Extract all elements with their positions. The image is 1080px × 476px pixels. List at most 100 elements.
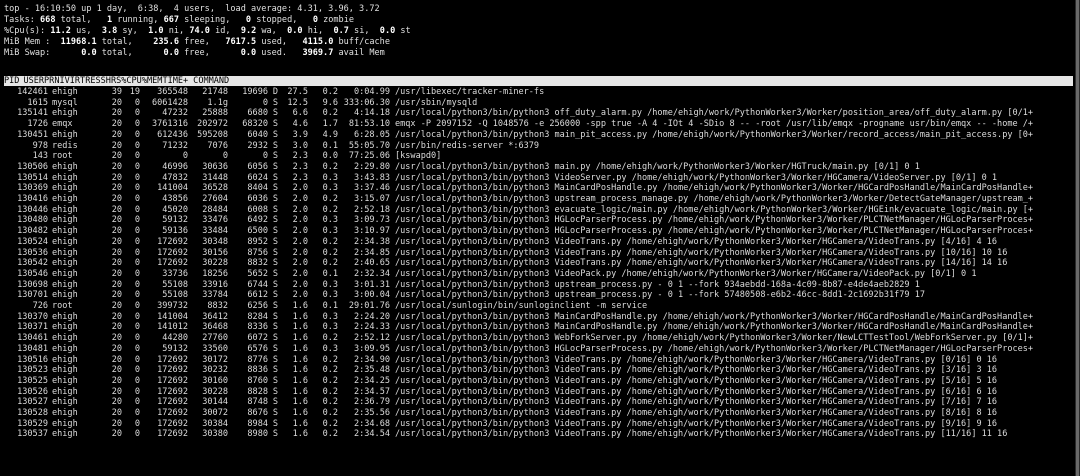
cell-command: /usr/local/python3/bin/python3 VideoTran…	[395, 354, 998, 365]
terminal-scrollbar[interactable]	[1075, 0, 1080, 476]
cell-cpu: 2.0	[292, 247, 308, 258]
cell-state: S	[272, 301, 278, 311]
cell-shr: 6680	[247, 108, 268, 119]
cell-command: /usr/local/python3/bin/python3 HGLocPars…	[395, 226, 1034, 237]
cell-cpu: 2.0	[292, 268, 308, 279]
cell-cpu: 1.6	[292, 354, 308, 365]
tasks-stopped-label: stopped,	[251, 15, 298, 25]
swap-total-label: total,	[96, 48, 133, 58]
tasks-zombie-label: zombie	[317, 15, 354, 25]
cell-mem: 0.3	[322, 172, 338, 183]
col-res: RES	[85, 76, 101, 86]
cell-state: S	[272, 194, 278, 204]
cell-res: 30228	[202, 258, 228, 269]
cell-ni: 0	[134, 183, 140, 194]
cell-user: ehigh	[52, 429, 78, 440]
cell-ni: 0	[134, 290, 140, 301]
cell-cpu: 12.5	[287, 97, 308, 108]
table-row: 1726 emqx 20 0 3761316 202972 68320 S 4.6 1.7 81:5…	[4, 119, 1033, 130]
cell-shr: 8836	[247, 365, 268, 376]
table-row: 130546 ehigh 20 0 33736 18256 5652 S 2.0 0.1 2:32.…	[4, 269, 976, 280]
cell-ni: 0	[134, 333, 140, 344]
cell-shr: 19696	[242, 87, 268, 97]
cell-pid: 130446	[17, 204, 48, 215]
cell-mem: 0.1	[322, 268, 338, 279]
cpu-st: 0.0	[379, 26, 396, 36]
cell-user: mysql	[52, 97, 78, 108]
cell-user: ehigh	[52, 354, 78, 365]
table-row: 130371 ehigh 20 0 141012 36468 8336 S 1.6 0.3 2:24…	[4, 322, 1033, 333]
cell-cpu: 2.0	[292, 226, 308, 237]
cell-cpu: 1.6	[292, 429, 308, 440]
cell-virt: 33736	[162, 268, 188, 279]
cell-ni: 0	[134, 204, 140, 215]
cell-res: 36468	[202, 322, 228, 333]
col-user: USER	[23, 76, 45, 86]
swap-free: 0.0	[163, 48, 179, 58]
mem-buff-label: buff/cache	[333, 37, 390, 47]
cell-command: /usr/bin/redis-server *:6379	[395, 140, 540, 151]
cell-time: 29:01.76	[348, 301, 390, 311]
cell-cpu: 1.6	[292, 301, 308, 311]
scrollbar-thumb[interactable]	[1076, 0, 1079, 476]
table-row: 135141 ehigh 20 0 47232 25888 6680 S 6.6 0.2 4:14.…	[4, 108, 1033, 119]
cell-pid: 130546	[17, 268, 48, 279]
cell-cpu: 2.0	[292, 194, 308, 204]
cell-mem: 0.0	[322, 151, 338, 162]
cell-ni: 0	[134, 311, 140, 322]
cell-pid: 130480	[17, 215, 48, 226]
cell-command: /usr/local/python3/bin/python3 VideoTran…	[395, 408, 998, 418]
cell-ni: 0	[134, 172, 140, 183]
cell-pid: 130525	[17, 375, 48, 386]
cell-shr: 2932	[247, 140, 268, 151]
cell-shr: 6056	[247, 161, 268, 172]
cell-user: ehigh	[52, 247, 78, 258]
cell-command: /usr/local/python3/bin/python3 HGLocPars…	[395, 343, 1034, 354]
cell-state: S	[272, 236, 278, 247]
cell-ni: 0	[134, 322, 140, 333]
cpu-sy: 3.8	[101, 26, 118, 36]
cell-cpu: 1.6	[292, 418, 308, 429]
cell-virt: 399732	[157, 301, 188, 311]
cell-time: 2:52.18	[353, 204, 390, 215]
cell-ni: 0	[134, 429, 140, 440]
cell-pr: 20	[111, 151, 122, 162]
mem-free: 235.6	[153, 37, 179, 47]
cell-res: 30228	[202, 386, 228, 397]
cell-ni: 0	[134, 108, 140, 119]
cell-shr: 8952	[247, 236, 268, 247]
cell-ni: 0	[134, 258, 140, 269]
cell-command: /usr/local/python3/bin/python3 HGLocPars…	[395, 215, 1034, 226]
cell-mem: 0.3	[322, 322, 338, 333]
cell-time: 3:09.95	[353, 343, 390, 354]
cell-cpu: 2.3	[292, 172, 308, 183]
cell-state: S	[272, 108, 278, 119]
cell-state: S	[272, 247, 278, 258]
cell-virt: 47232	[162, 108, 188, 119]
cell-pr: 20	[111, 386, 122, 397]
cell-virt: 141004	[157, 183, 188, 194]
cell-shr: 8748	[247, 397, 268, 408]
cell-virt: 172692	[157, 397, 188, 408]
cell-shr: 8760	[247, 375, 268, 386]
cell-cpu: 2.0	[292, 215, 308, 226]
cell-state: S	[272, 161, 278, 172]
mem-total-label: total,	[96, 37, 133, 47]
cell-res: 30380	[202, 429, 228, 440]
cell-pid: 130481	[17, 343, 48, 354]
cell-pr: 20	[111, 183, 122, 194]
cell-state: S	[272, 322, 278, 333]
cell-ni: 0	[134, 151, 140, 162]
cell-time: 3:15.07	[353, 194, 390, 204]
table-row: 130514 ehigh 20 0 47832 31448 6024 S 2.3 0.3 3:43.…	[4, 173, 997, 184]
cell-mem: 0.2	[322, 247, 338, 258]
cell-virt: 55108	[162, 279, 188, 290]
cpu-ni: 1.0	[148, 26, 164, 36]
tasks-line: Tasks: 668 total, 1 running, 667 sleepin…	[4, 15, 354, 26]
cell-pid: 130527	[17, 397, 48, 408]
cell-res: 28484	[202, 204, 228, 215]
cell-ni: 19	[129, 87, 140, 97]
mem-buff: 4115.0	[302, 37, 334, 47]
cell-shr: 6744	[247, 279, 268, 290]
cell-state: S	[272, 333, 278, 344]
